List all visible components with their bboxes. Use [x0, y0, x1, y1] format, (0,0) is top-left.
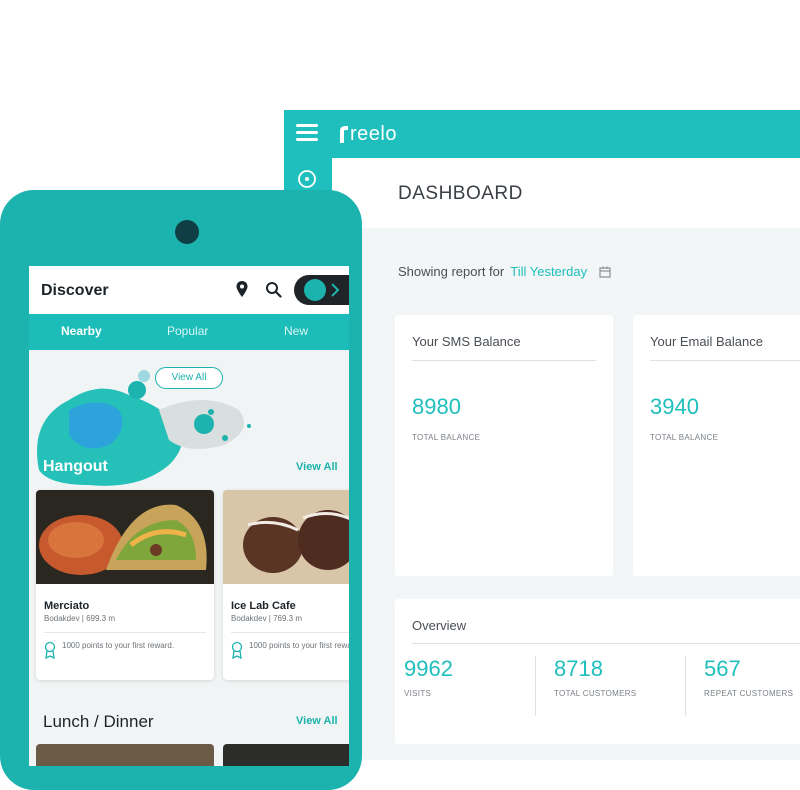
tab-bar: Nearby Popular New — [29, 314, 349, 350]
profile-button[interactable] — [294, 275, 349, 305]
camera-icon — [175, 220, 199, 244]
divider — [231, 632, 349, 633]
stat-repeat-customers: 567 REPEAT CUSTOMERS — [695, 656, 800, 716]
overview-title: Overview — [412, 618, 467, 633]
divider — [685, 656, 686, 716]
app-bar: Discover — [29, 266, 349, 314]
logo-mark-icon — [340, 126, 348, 143]
stat-total-customers: 8718 TOTAL CUSTOMERS — [545, 656, 675, 716]
phone-device: Discover Nearby Popular New View All Han… — [0, 190, 362, 790]
dashboard-header: DASHBOARD — [332, 158, 800, 228]
divider — [44, 632, 206, 633]
card-value: 8980 — [412, 394, 461, 419]
avatar — [304, 279, 326, 301]
lunch-view-all-link[interactable]: View All — [296, 715, 338, 727]
stat-visits: 9962 VISITS — [395, 656, 525, 716]
tab-popular[interactable]: Popular — [167, 324, 208, 338]
stat-label: REPEAT CUSTOMERS — [704, 689, 794, 698]
dashboard-topbar: reelo — [284, 110, 800, 158]
card-title: Your SMS Balance — [412, 334, 521, 349]
tab-nearby[interactable]: Nearby — [61, 324, 102, 338]
card-subtitle: TOTAL BALANCE — [650, 433, 719, 442]
hangout-view-all-link[interactable]: View All — [296, 461, 338, 473]
reward-text: 1000 points to your first reward. — [249, 641, 349, 650]
divider — [412, 360, 596, 361]
logo-text: reelo — [350, 122, 397, 145]
stat-label: TOTAL CUSTOMERS — [554, 689, 637, 698]
place-card-ice-lab-cafe[interactable]: Ice Lab Cafe Bodakdev | 769.3 m 1000 poi… — [223, 490, 349, 680]
reward-medal-icon — [44, 641, 56, 659]
stat-value: 8718 — [554, 656, 603, 681]
location-pin-icon[interactable] — [234, 280, 250, 298]
place-meta: Bodakdev | 769.3 m — [231, 614, 303, 623]
divider — [650, 360, 800, 361]
food-image[interactable] — [223, 744, 349, 766]
menu-icon[interactable] — [296, 124, 318, 142]
search-icon[interactable] — [265, 281, 282, 298]
phone-screen: Discover Nearby Popular New View All Han… — [29, 266, 349, 766]
stat-value: 9962 — [404, 656, 453, 681]
page-title: DASHBOARD — [398, 183, 523, 204]
food-image — [36, 490, 214, 584]
divider — [412, 643, 800, 644]
chevron-right-icon — [331, 283, 340, 297]
calendar-icon[interactable] — [599, 266, 611, 278]
reward-medal-icon — [231, 641, 243, 659]
section-title-hangout: Hangout — [43, 458, 108, 475]
stat-label: VISITS — [404, 689, 432, 698]
place-meta: Bodakdev | 699.3 m — [44, 614, 116, 623]
stat-value: 567 — [704, 656, 741, 681]
divider — [535, 656, 536, 716]
view-all-pill-button[interactable]: View All — [155, 367, 223, 389]
app-title: Discover — [41, 282, 109, 299]
report-range-link[interactable]: Till Yesterday — [510, 264, 587, 279]
card-subtitle: TOTAL BALANCE — [412, 433, 481, 442]
tab-new[interactable]: New — [284, 324, 308, 338]
brand-logo[interactable]: reelo — [336, 120, 397, 148]
dashboard-main: DASHBOARD Showing report for Till Yester… — [332, 158, 800, 760]
place-name: Merciato — [44, 600, 90, 612]
section-title-lunch-dinner: Lunch / Dinner — [43, 712, 154, 731]
sms-balance-card: Your SMS Balance 8980 TOTAL BALANCE — [395, 315, 613, 576]
card-value: 3940 — [650, 394, 699, 419]
dashboard-gauge-icon[interactable] — [296, 168, 318, 190]
overview-card: Overview 9962 VISITS 8718 TOTAL CUSTOMER… — [395, 599, 800, 744]
food-image[interactable] — [36, 744, 214, 766]
food-image — [223, 490, 349, 584]
report-range: Showing report for Till Yesterday — [398, 264, 611, 279]
place-card-merciato[interactable]: Merciato Bodakdev | 699.3 m 1000 points … — [36, 490, 214, 680]
report-prefix: Showing report for — [398, 264, 505, 279]
place-name: Ice Lab Cafe — [231, 600, 296, 612]
email-balance-card: Your Email Balance 3940 TOTAL BALANCE — [633, 315, 800, 576]
reward-text: 1000 points to your first reward. — [62, 641, 175, 650]
card-title: Your Email Balance — [650, 334, 763, 349]
